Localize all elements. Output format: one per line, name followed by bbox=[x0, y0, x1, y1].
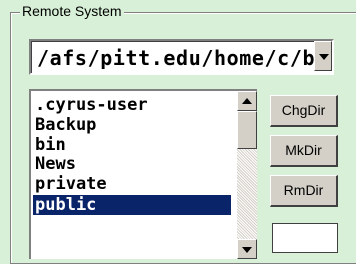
scroll-up-button[interactable] bbox=[237, 91, 257, 111]
chgdir-button[interactable]: ChgDir bbox=[270, 95, 338, 127]
remote-path-value[interactable]: /afs/pitt.edu/home/c/b/ bbox=[37, 46, 328, 70]
scroll-up-arrow-icon bbox=[242, 98, 252, 104]
scroll-down-button[interactable] bbox=[237, 239, 257, 259]
list-item[interactable]: .cyrus-user bbox=[33, 95, 148, 115]
remote-system-title: Remote System bbox=[20, 3, 124, 19]
scroll-thumb[interactable] bbox=[237, 111, 257, 149]
rmdir-button[interactable]: RmDir bbox=[270, 175, 338, 207]
mkdir-button[interactable]: MkDir bbox=[270, 135, 338, 167]
file-list-scrollbar[interactable] bbox=[237, 91, 257, 259]
list-item-selected[interactable]: public bbox=[33, 195, 231, 215]
list-item[interactable]: bin bbox=[33, 135, 66, 155]
remote-file-list[interactable]: .cyrus-user Backup bin News private publ… bbox=[29, 89, 257, 259]
path-dropdown-button[interactable] bbox=[314, 41, 332, 71]
chevron-down-icon bbox=[319, 54, 329, 60]
list-item[interactable]: private bbox=[33, 174, 107, 194]
list-item[interactable]: News bbox=[33, 154, 76, 174]
list-item[interactable]: Backup bbox=[33, 115, 96, 135]
file-info-field[interactable] bbox=[272, 223, 338, 253]
remote-path-combobox[interactable]: /afs/pitt.edu/home/c/b/ bbox=[29, 39, 334, 75]
